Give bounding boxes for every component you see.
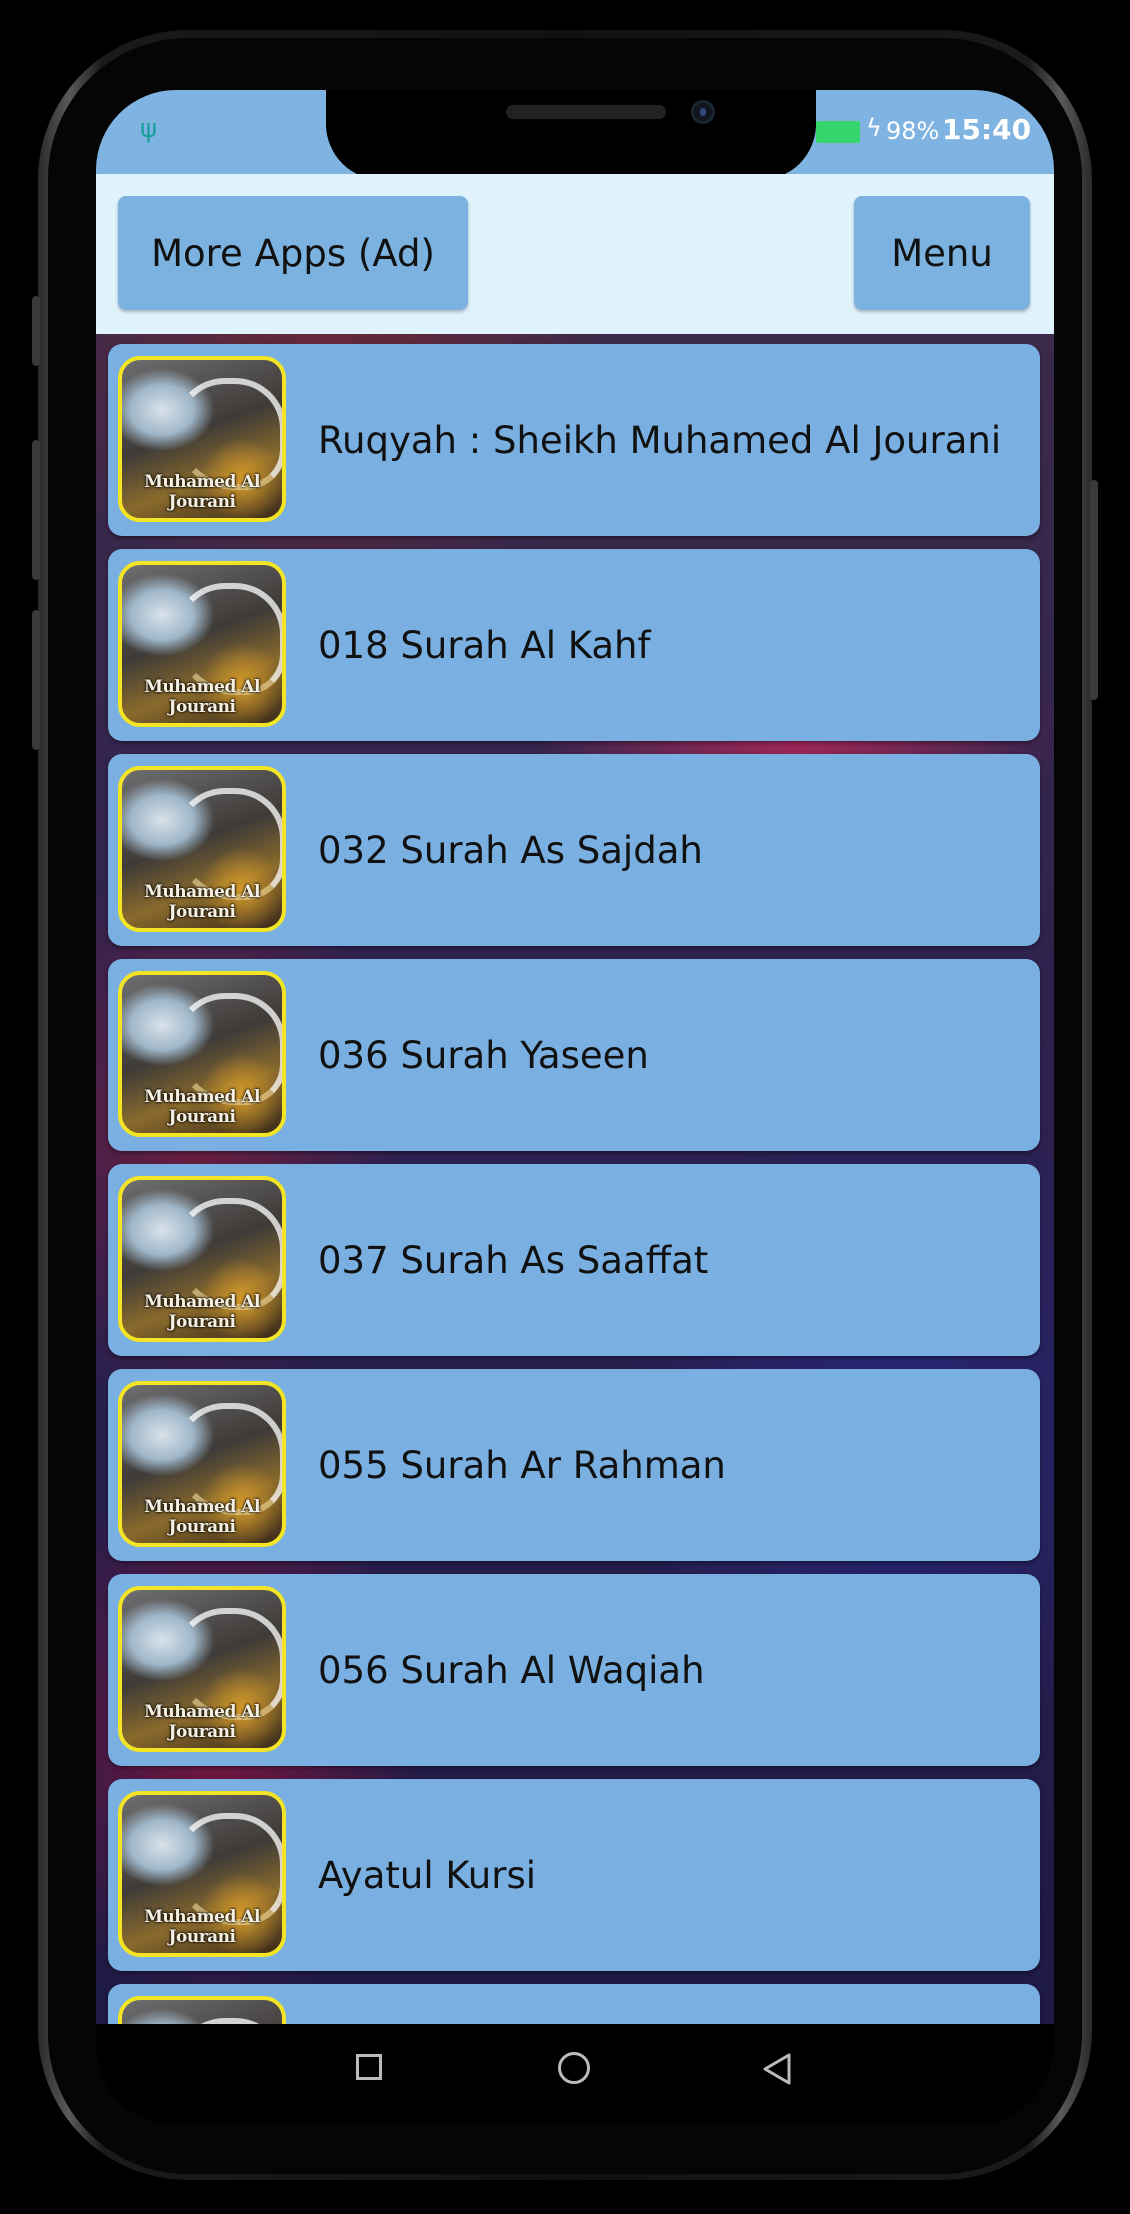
volume-button-up — [32, 440, 40, 580]
list-item-label: 055 Surah Ar Rahman — [318, 1443, 726, 1487]
list-item[interactable]: Muhamed Al Jourani 018 Surah Al Kahf — [108, 549, 1040, 741]
thumbnail-caption: Muhamed Al Jourani — [144, 1292, 260, 1332]
track-list[interactable]: Muhamed Al Jourani Ruqyah : Sheikh Muham… — [96, 334, 1054, 2024]
reciter-thumbnail: Muhamed Al Jourani — [118, 1791, 286, 1957]
volume-button-down — [32, 610, 40, 750]
volume-button-top — [32, 296, 40, 366]
usb-icon: ψ — [140, 114, 158, 144]
list-item-label: 032 Surah As Sajdah — [318, 828, 703, 872]
back-icon[interactable] — [762, 2052, 792, 2086]
list-item-label: 056 Surah Al Waqiah — [318, 1648, 705, 1692]
thumbnail-caption: Muhamed Al Jourani — [144, 472, 260, 512]
battery-percent: 98% — [886, 117, 940, 145]
reciter-thumbnail: Muhamed Al Jourani — [118, 1586, 286, 1752]
reciter-thumbnail: Muhamed Al Jourani — [118, 766, 286, 932]
thumbnail-caption: Muhamed Al Jourani — [144, 1497, 260, 1537]
reciter-thumbnail: Muhamed Al Jourani — [118, 561, 286, 727]
thumbnail-caption: Muhamed Al Jourani — [144, 1087, 260, 1127]
list-item[interactable]: Muhamed Al Jourani 037 Surah As Saaffat — [108, 1164, 1040, 1356]
battery-icon — [816, 121, 860, 143]
toolbar: More Apps (Ad) Menu — [96, 174, 1054, 334]
list-item-partial[interactable] — [108, 1984, 1040, 2024]
reciter-thumbnail: Muhamed Al Jourani — [118, 1176, 286, 1342]
recent-apps-icon[interactable] — [356, 2054, 382, 2080]
list-item-label: 018 Surah Al Kahf — [318, 623, 651, 667]
reciter-thumbnail — [118, 1996, 286, 2024]
list-item-label: Ruqyah : Sheikh Muhamed Al Jourani — [318, 418, 1002, 462]
list-item[interactable]: Muhamed Al Jourani 056 Surah Al Waqiah — [108, 1574, 1040, 1766]
list-item[interactable]: Muhamed Al Jourani 032 Surah As Sajdah — [108, 754, 1040, 946]
clock: 15:40 — [942, 113, 1032, 146]
reciter-thumbnail: Muhamed Al Jourani — [118, 356, 286, 522]
power-button — [1090, 480, 1098, 700]
thumbnail-caption: Muhamed Al Jourani — [144, 677, 260, 717]
thumbnail-caption: Muhamed Al Jourani — [144, 1702, 260, 1742]
list-item-label: 036 Surah Yaseen — [318, 1033, 649, 1077]
screen: ψ ϟ 98% 15:40 More Apps (Ad) Menu Muhame… — [96, 90, 1054, 2125]
list-item-label: Ayatul Kursi — [318, 1853, 537, 1897]
list-item[interactable]: Muhamed Al Jourani Ayatul Kursi — [108, 1779, 1040, 1971]
earpiece-speaker — [506, 105, 666, 119]
list-item-label: 037 Surah As Saaffat — [318, 1238, 709, 1282]
thumbnail-caption: Muhamed Al Jourani — [144, 882, 260, 922]
front-camera-icon — [691, 100, 715, 124]
charging-icon: ϟ — [866, 114, 882, 142]
thumbnail-caption: Muhamed Al Jourani — [144, 1907, 260, 1947]
reciter-thumbnail: Muhamed Al Jourani — [118, 1381, 286, 1547]
reciter-thumbnail: Muhamed Al Jourani — [118, 971, 286, 1137]
system-nav-bar — [96, 2024, 1054, 2125]
menu-button[interactable]: Menu — [854, 196, 1030, 310]
home-icon[interactable] — [558, 2052, 590, 2084]
list-item[interactable]: Muhamed Al Jourani 055 Surah Ar Rahman — [108, 1369, 1040, 1561]
more-apps-button[interactable]: More Apps (Ad) — [118, 196, 468, 310]
list-item[interactable]: Muhamed Al Jourani 036 Surah Yaseen — [108, 959, 1040, 1151]
notch — [326, 90, 816, 180]
list-item[interactable]: Muhamed Al Jourani Ruqyah : Sheikh Muham… — [108, 344, 1040, 536]
